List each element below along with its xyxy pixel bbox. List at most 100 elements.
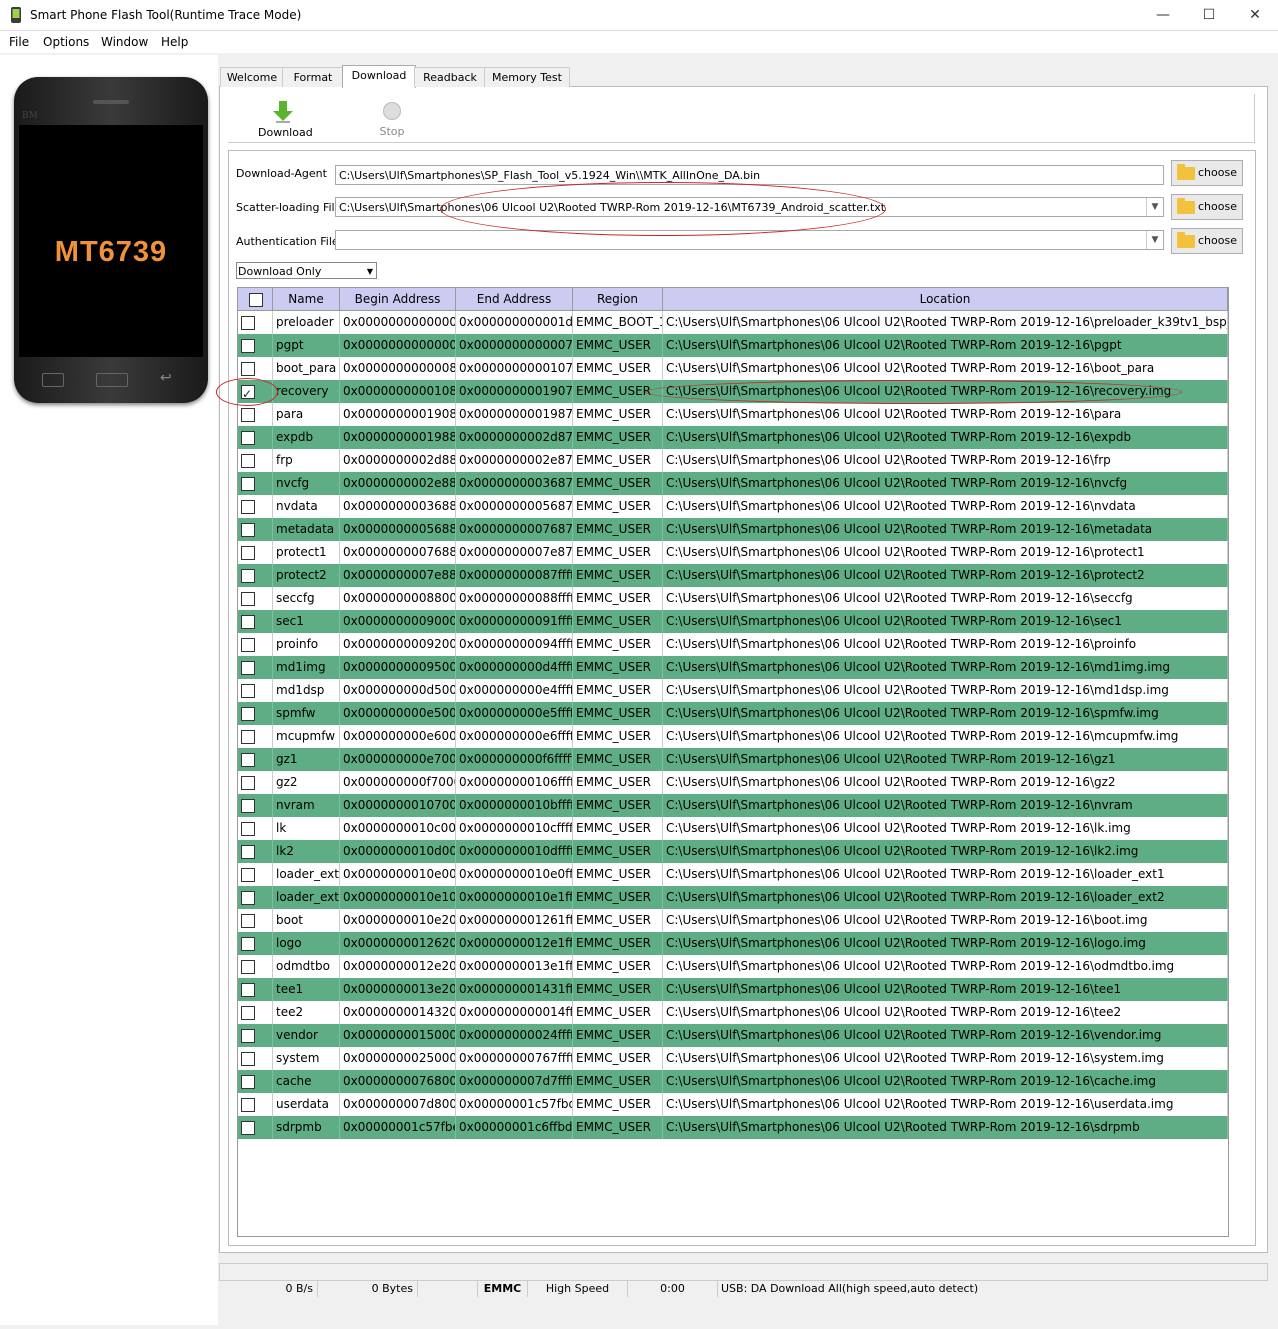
table-row[interactable]: gz10x000000000e7000000x000000000f6fffffE… — [238, 748, 1228, 771]
table-row[interactable]: metadata0x00000000056880000x000000000768… — [238, 518, 1228, 541]
table-row[interactable]: system0x00000000250000000x00000000767fff… — [238, 1047, 1228, 1070]
chevron-down-icon[interactable]: ▼ — [1146, 231, 1163, 249]
table-row[interactable]: proinfo0x00000000092000000x00000000094ff… — [238, 633, 1228, 656]
row-checkbox[interactable] — [241, 684, 255, 698]
table-row[interactable]: lk20x0000000010d000000x0000000010dfffffE… — [238, 840, 1228, 863]
close-icon[interactable]: ✕ — [1232, 0, 1278, 30]
row-checkbox[interactable] — [241, 316, 255, 330]
download-button[interactable]: Download — [258, 126, 313, 139]
menu-help[interactable]: Help — [161, 35, 188, 49]
stop-icon[interactable] — [383, 102, 401, 120]
header-begin-address[interactable]: Begin Address — [340, 288, 456, 311]
row-checkbox[interactable] — [241, 707, 255, 721]
chevron-down-icon[interactable]: ▼ — [1146, 198, 1163, 216]
table-row[interactable]: vendor0x00000000150000000x00000000024fff… — [238, 1024, 1228, 1047]
choose-scatter-button[interactable]: choose — [1171, 194, 1243, 220]
menu-options[interactable]: Options — [43, 35, 89, 49]
row-checkbox[interactable] — [241, 362, 255, 376]
tab-readback[interactable]: Readback — [414, 67, 486, 87]
table-row[interactable]: nvdata0x00000000036880000x0000000005687f… — [238, 495, 1228, 518]
table-row[interactable]: boot0x0000000010e200000x000000001261ffff… — [238, 909, 1228, 932]
table-row[interactable]: tee20x00000000143200000x000000000014ffff… — [238, 1001, 1228, 1024]
row-checkbox[interactable] — [241, 753, 255, 767]
table-row[interactable]: lk0x0000000010c000000x0000000010cfffffEM… — [238, 817, 1228, 840]
download-mode-select[interactable]: Download Only ▼ — [236, 262, 377, 279]
table-row[interactable]: mcupmfw0x000000000e6000000x000000000e6ff… — [238, 725, 1228, 748]
header-name[interactable]: Name — [273, 288, 340, 311]
download-arrow-icon[interactable] — [273, 101, 293, 126]
table-row[interactable]: cache0x00000000768000000x000000007d7ffff… — [238, 1070, 1228, 1093]
table-row[interactable]: loader_ext20x0000000010e100000x000000001… — [238, 886, 1228, 909]
table-row[interactable]: expdb0x00000000019880000x0000000002d87ff… — [238, 426, 1228, 449]
row-checkbox[interactable] — [241, 891, 255, 905]
row-checkbox[interactable] — [241, 477, 255, 491]
menu-window[interactable]: Window — [101, 35, 148, 49]
row-checkbox[interactable] — [241, 960, 255, 974]
row-checkbox[interactable] — [241, 615, 255, 629]
row-checkbox[interactable] — [241, 408, 255, 422]
row-checkbox[interactable] — [241, 1006, 255, 1020]
row-checkbox[interactable] — [241, 730, 255, 744]
table-row[interactable]: tee10x0000000013e200000x000000001431ffff… — [238, 978, 1228, 1001]
table-row[interactable]: gz20x000000000f7000000x00000000106fffffE… — [238, 771, 1228, 794]
tab-memory-test[interactable]: Memory Test — [484, 67, 570, 87]
table-row[interactable]: spmfw0x000000000e5000000x000000000e5ffff… — [238, 702, 1228, 725]
download-agent-field[interactable]: C:\Users\Ulf\Smartphones\SP_Flash_Tool_v… — [335, 165, 1164, 185]
row-checkbox[interactable] — [241, 868, 255, 882]
header-region[interactable]: Region — [573, 288, 663, 311]
tab-download[interactable]: Download — [342, 65, 416, 88]
table-row[interactable]: pgpt0x00000000000000000x0000000000007fff… — [238, 334, 1228, 357]
header-end-address[interactable]: End Address — [456, 288, 573, 311]
row-checkbox[interactable] — [241, 339, 255, 353]
row-checkbox[interactable] — [241, 592, 255, 606]
row-checkbox[interactable] — [241, 569, 255, 583]
row-checkbox[interactable] — [241, 523, 255, 537]
table-row[interactable]: seccfg0x00000000088000000x00000000088fff… — [238, 587, 1228, 610]
tab-format[interactable]: Format — [282, 67, 344, 87]
row-checkbox[interactable] — [241, 454, 255, 468]
row-checkbox[interactable] — [241, 546, 255, 560]
row-checkbox[interactable] — [241, 1075, 255, 1089]
table-row[interactable]: boot_para0x00000000000080000x00000000001… — [238, 357, 1228, 380]
stop-button[interactable]: Stop — [372, 125, 412, 138]
row-checkbox[interactable] — [241, 914, 255, 928]
row-checkbox[interactable] — [241, 500, 255, 514]
row-checkbox[interactable] — [241, 1052, 255, 1066]
table-row[interactable]: loader_ext10x0000000010e000000x000000001… — [238, 863, 1228, 886]
choose-agent-button[interactable]: choose — [1171, 160, 1243, 186]
table-row[interactable]: logo0x00000000126200000x0000000012e1ffff… — [238, 932, 1228, 955]
table-row[interactable]: para0x00000000019080000x0000000001987fff… — [238, 403, 1228, 426]
tab-welcome[interactable]: Welcome — [220, 67, 284, 87]
maximize-icon[interactable]: ☐ — [1186, 0, 1232, 30]
minimize-icon[interactable]: — — [1140, 0, 1186, 30]
select-all-checkbox[interactable] — [249, 293, 263, 307]
row-checkbox[interactable] — [241, 799, 255, 813]
row-checkbox[interactable] — [241, 845, 255, 859]
choose-auth-button[interactable]: choose — [1171, 228, 1243, 254]
table-row[interactable]: nvcfg0x0000000002e880000x0000000003687ff… — [238, 472, 1228, 495]
row-checkbox[interactable] — [241, 638, 255, 652]
row-checkbox[interactable] — [241, 431, 255, 445]
row-checkbox[interactable] — [241, 822, 255, 836]
table-row[interactable]: odmdtbo0x0000000012e200000x0000000013e1f… — [238, 955, 1228, 978]
table-row[interactable]: protect10x00000000076880000x0000000007e8… — [238, 541, 1228, 564]
row-checkbox[interactable] — [241, 661, 255, 675]
row-checkbox[interactable] — [241, 1098, 255, 1112]
table-row[interactable]: userdata0x000000007d8000000x00000001c57f… — [238, 1093, 1228, 1116]
header-location[interactable]: Location — [663, 288, 1228, 311]
table-row[interactable]: sdrpmb0x00000001c57fbe000x00000001c6ffbd… — [238, 1116, 1228, 1139]
menu-file[interactable]: File — [9, 35, 29, 49]
row-checkbox[interactable] — [241, 983, 255, 997]
table-row[interactable]: md1img0x00000000095000000x000000000d4fff… — [238, 656, 1228, 679]
table-row[interactable]: nvram0x00000000107000000x0000000010bffff… — [238, 794, 1228, 817]
table-row[interactable]: preloader0x00000000000000000x00000000000… — [238, 311, 1228, 334]
row-checkbox[interactable] — [241, 1029, 255, 1043]
table-row[interactable]: sec10x00000000090000000x00000000091fffff… — [238, 610, 1228, 633]
table-row[interactable]: frp0x0000000002d880000x0000000002e87fffE… — [238, 449, 1228, 472]
table-row[interactable]: protect20x0000000007e880000x00000000087f… — [238, 564, 1228, 587]
row-checkbox[interactable] — [241, 937, 255, 951]
table-row[interactable]: md1dsp0x000000000d5000000x000000000e4fff… — [238, 679, 1228, 702]
row-checkbox[interactable] — [241, 1121, 255, 1135]
cell-end: 0x0000000002e87fff — [456, 449, 573, 472]
row-checkbox[interactable] — [241, 776, 255, 790]
